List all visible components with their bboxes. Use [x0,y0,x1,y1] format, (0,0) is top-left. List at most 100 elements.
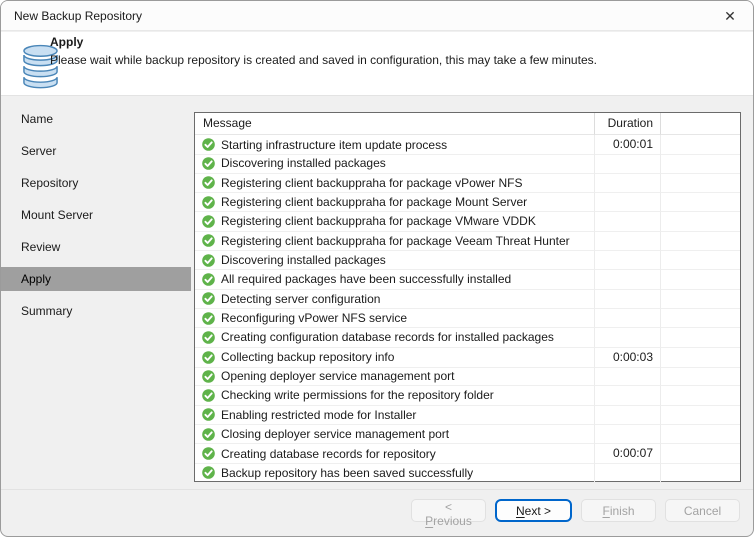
spacer-cell [661,135,740,155]
table-row[interactable]: Collecting backup repository info 0:00:0… [195,347,740,368]
duration-cell [595,366,661,387]
success-check-icon [202,447,215,461]
message-text: Registering client backuppraha for packa… [221,175,523,190]
message-text: Registering client backuppraha for packa… [221,195,528,210]
spacer-cell [661,425,740,445]
column-header-duration[interactable]: Duration [595,113,661,135]
sidebar-item-name[interactable]: Name [1,107,191,131]
message-text: Closing deployer service management port [221,427,450,442]
duration-cell [595,424,661,445]
message-text: Checking write permissions for the repos… [221,388,494,403]
sidebar-item-summary[interactable]: Summary [1,299,191,323]
spacer-cell [661,154,740,174]
message-text: Registering client backuppraha for packa… [221,214,536,229]
duration-cell: 0:00:07 [595,444,661,465]
message-cell: Creating configuration database records … [195,328,595,348]
message-cell: Registering client backuppraha for packa… [195,212,595,232]
spacer-cell [661,212,740,232]
table-row[interactable]: Reconfiguring vPower NFS service [195,308,740,329]
cancel-button[interactable]: Cancel [665,499,740,522]
sidebar-item-apply[interactable]: Apply [1,267,191,291]
message-text: Creating database records for repository [221,446,436,461]
close-icon[interactable]: ✕ [713,2,747,30]
spacer-cell [661,464,740,483]
duration-cell [595,173,661,193]
table-row[interactable]: Starting infrastructure item update proc… [195,135,740,155]
message-text: Starting infrastructure item update proc… [221,137,448,152]
table-row[interactable]: Detecting server configuration [195,289,740,309]
next-button[interactable]: Next > [495,499,572,522]
column-header-message[interactable]: Message [195,113,595,135]
window-title: New Backup Repository [14,9,143,23]
message-cell: Closing deployer service management port [195,424,595,445]
message-text: Collecting backup repository info [221,350,395,365]
previous-button[interactable]: < Previous [411,499,486,528]
sidebar-item-mount-server[interactable]: Mount Server [1,203,191,227]
table-row[interactable]: Registering client backuppraha for packa… [195,212,740,232]
success-check-icon [202,253,215,267]
duration-cell [595,192,661,213]
duration-cell [595,463,661,483]
spacer-cell [661,367,740,387]
message-cell: Detecting server configuration [195,289,595,309]
footer-buttons: < Previous Next > Finish Cancel [411,499,740,528]
message-cell: Opening deployer service management port [195,366,595,387]
success-check-icon [202,292,215,306]
table-row[interactable]: All required packages have been successf… [195,270,740,290]
table-row[interactable]: Registering client backuppraha for packa… [195,192,740,213]
message-text: Registering client backuppraha for packa… [221,233,570,248]
spacer-cell [661,193,740,213]
message-cell: Collecting backup repository info [195,347,595,368]
spacer-cell [661,290,740,309]
table-row[interactable]: Closing deployer service management port [195,424,740,445]
spacer-cell [661,328,740,348]
spacer-cell [661,270,740,290]
success-check-icon [202,273,215,286]
success-check-icon [202,176,215,190]
title-bar: New Backup Repository ✕ [1,1,753,31]
step-title: Apply [50,35,84,49]
message-cell: Registering client backuppraha for packa… [195,192,595,213]
table-row[interactable]: Discovering installed packages [195,154,740,174]
success-check-icon [202,195,215,209]
message-cell: Discovering installed packages [195,250,595,271]
success-check-icon [202,350,215,364]
message-cell: Registering client backuppraha for packa… [195,173,595,193]
table-row[interactable]: Backup repository has been saved success… [195,463,740,483]
duration-cell: 0:00:01 [595,135,661,155]
sidebar-item-repository[interactable]: Repository [1,171,191,195]
step-description: Please wait while backup repository is c… [50,53,597,67]
message-cell: Reconfiguring vPower NFS service [195,308,595,329]
success-check-icon [202,234,215,248]
message-cell: All required packages have been successf… [195,270,595,290]
spacer-cell [661,309,740,329]
success-check-icon [202,311,215,325]
spacer-cell [661,251,740,271]
message-text: Discovering installed packages [221,156,386,171]
table-row[interactable]: Opening deployer service management port [195,366,740,387]
table-row[interactable]: Creating configuration database records … [195,328,740,348]
duration-cell [595,231,661,251]
success-check-icon [202,215,215,228]
message-text: All required packages have been successf… [221,272,512,287]
sidebar-item-server[interactable]: Server [1,139,191,163]
table-row[interactable]: Registering client backuppraha for packa… [195,231,740,251]
message-cell: Registering client backuppraha for packa… [195,231,595,251]
table-row[interactable]: Enabling restricted mode for Installer [195,405,740,425]
table-row[interactable]: Checking write permissions for the repos… [195,386,740,406]
table-header-row: Message Duration [195,113,740,135]
table-row[interactable]: Registering client backuppraha for packa… [195,173,740,193]
message-text: Backup repository has been saved success… [221,465,474,480]
message-text: Enabling restricted mode for Installer [221,407,417,422]
message-cell: Starting infrastructure item update proc… [195,135,595,155]
wizard-header: Apply Please wait while backup repositor… [1,32,753,96]
duration-cell [595,328,661,348]
new-backup-repository-dialog: New Backup Repository ✕ Apply Please wai… [0,0,754,537]
table-row[interactable]: Discovering installed packages [195,250,740,271]
sidebar-item-review[interactable]: Review [1,235,191,259]
finish-button[interactable]: Finish [581,499,656,522]
duration-cell [595,250,661,271]
duration-cell [595,308,661,329]
spacer-cell [661,174,740,193]
table-row[interactable]: Creating database records for repository… [195,444,740,465]
